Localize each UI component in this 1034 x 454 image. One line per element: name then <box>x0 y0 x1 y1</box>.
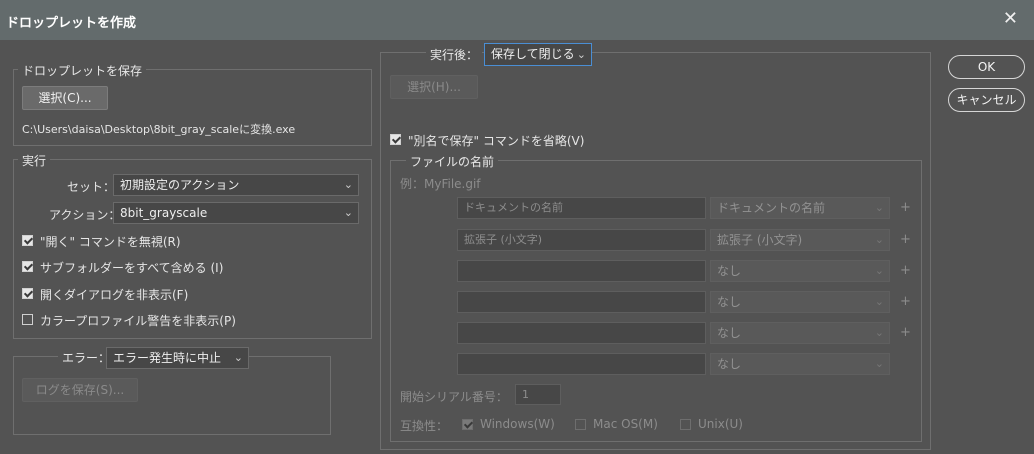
naming-select-value: なし <box>717 264 742 278</box>
naming-select-value: なし <box>717 295 742 309</box>
naming-select[interactable]: なし ⌄ <box>710 322 890 344</box>
title-bar: ドロップレットを作成 ✕ <box>0 0 1034 40</box>
chevron-down-icon: ⌄ <box>874 201 884 214</box>
compat-windows-checkbox[interactable] <box>462 419 473 430</box>
serial-number-value: 1 <box>522 388 529 401</box>
suppress-open-dialog-checkbox[interactable] <box>22 288 33 299</box>
naming-text-field[interactable]: 拡張子 (小文字) <box>457 229 706 251</box>
add-row-button[interactable]: + <box>900 200 911 215</box>
chevron-down-icon: ⌄ <box>874 264 884 277</box>
naming-select[interactable]: なし ⌄ <box>710 260 890 282</box>
override-open-label[interactable]: "開く" コマンドを無視(R) <box>40 233 181 250</box>
naming-text-value: 拡張子 (小文字) <box>464 233 543 246</box>
compat-windows-label[interactable]: Windows(W) <box>480 417 555 431</box>
add-row-button[interactable]: + <box>900 232 911 247</box>
compat-unix-label[interactable]: Unix(U) <box>698 417 743 431</box>
cancel-button[interactable]: キャンセル <box>948 88 1025 112</box>
action-select-value: 8bit_grayscale <box>120 206 208 220</box>
select-droplet-button[interactable]: 選択(C)... <box>22 86 108 110</box>
naming-text-field[interactable] <box>457 291 706 313</box>
set-select-value: 初期設定のアクション <box>120 178 240 192</box>
naming-select-value: ドキュメントの名前 <box>717 201 826 215</box>
set-select[interactable]: 初期設定のアクション ⌄ <box>113 174 359 196</box>
suppress-color-warning-label[interactable]: カラープロファイル警告を非表示(P) <box>40 312 236 329</box>
suppress-open-dialog-label[interactable]: 開くダイアログを非表示(F) <box>40 286 188 303</box>
naming-select[interactable]: なし ⌄ <box>710 353 890 375</box>
naming-select-value: なし <box>717 357 742 371</box>
override-open-checkbox[interactable] <box>22 235 33 246</box>
play-legend: 実行 <box>18 152 51 169</box>
chevron-down-icon: ⌄ <box>874 326 884 339</box>
chevron-down-icon: ⌄ <box>874 295 884 308</box>
naming-text-field[interactable] <box>457 322 706 344</box>
destination-select-value: 保存して閉じる <box>491 47 575 61</box>
action-label: アクション： <box>49 208 121 222</box>
serial-number-label: 開始シリアル番号： <box>400 390 508 404</box>
add-row-button[interactable]: + <box>900 263 911 278</box>
destination-select[interactable]: 保存して閉じる ⌄ <box>484 43 592 66</box>
compat-label: 互換性： <box>400 419 449 433</box>
errors-select[interactable]: エラー発生時に中止 ⌄ <box>106 347 249 369</box>
compat-mac-checkbox[interactable] <box>575 419 586 430</box>
include-subfolders-label[interactable]: サブフォルダーをすべて含める (I) <box>40 259 223 276</box>
naming-select-value: 拡張子 (小文字) <box>717 233 803 247</box>
chevron-down-icon: ⌄ <box>576 48 586 61</box>
override-save-as-checkbox[interactable] <box>390 134 401 145</box>
ok-button[interactable]: OK <box>948 55 1025 79</box>
naming-example: 例：MyFile.gif <box>400 177 481 191</box>
serial-number-field[interactable]: 1 <box>515 384 561 405</box>
save-droplet-legend: ドロップレットを保存 <box>18 62 147 79</box>
chevron-down-icon: ⌄ <box>343 178 353 191</box>
file-naming-legend: ファイルの名前 <box>406 153 499 170</box>
naming-select[interactable]: なし ⌄ <box>710 291 890 313</box>
naming-text-field[interactable]: ドキュメントの名前 <box>457 197 706 219</box>
naming-select[interactable]: 拡張子 (小文字) ⌄ <box>710 229 890 251</box>
naming-text-value: ドキュメントの名前 <box>464 201 563 214</box>
naming-text-field[interactable] <box>457 260 706 282</box>
compat-mac-label[interactable]: Mac OS(M) <box>593 417 658 431</box>
include-subfolders-checkbox[interactable] <box>22 261 33 272</box>
override-save-as-label[interactable]: "別名で保存" コマンドを省略(V) <box>408 132 584 149</box>
action-select[interactable]: 8bit_grayscale ⌄ <box>113 202 359 224</box>
destination-label: 実行後： <box>426 46 483 63</box>
suppress-color-warning-checkbox[interactable] <box>22 314 33 325</box>
chevron-down-icon: ⌄ <box>343 206 353 219</box>
droplet-path: C:\Users\daisa\Desktop\8bit_gray_scaleに変… <box>22 123 296 136</box>
errors-select-value: エラー発生時に中止 <box>113 351 222 365</box>
naming-select-value: なし <box>717 326 742 340</box>
chevron-down-icon: ⌄ <box>233 351 243 364</box>
close-icon[interactable]: ✕ <box>1003 9 1018 29</box>
choose-destination-button[interactable]: 選択(H)... <box>390 75 478 99</box>
naming-text-field[interactable] <box>457 353 706 375</box>
naming-select[interactable]: ドキュメントの名前 ⌄ <box>710 197 890 219</box>
add-row-button[interactable]: + <box>900 294 911 309</box>
chevron-down-icon: ⌄ <box>874 357 884 370</box>
set-label: セット： <box>67 180 116 194</box>
chevron-down-icon: ⌄ <box>874 233 884 246</box>
window-title: ドロップレットを作成 <box>6 16 137 31</box>
add-row-button[interactable]: + <box>900 325 911 340</box>
compat-unix-checkbox[interactable] <box>680 419 691 430</box>
save-log-button[interactable]: ログを保存(S)... <box>22 378 138 402</box>
